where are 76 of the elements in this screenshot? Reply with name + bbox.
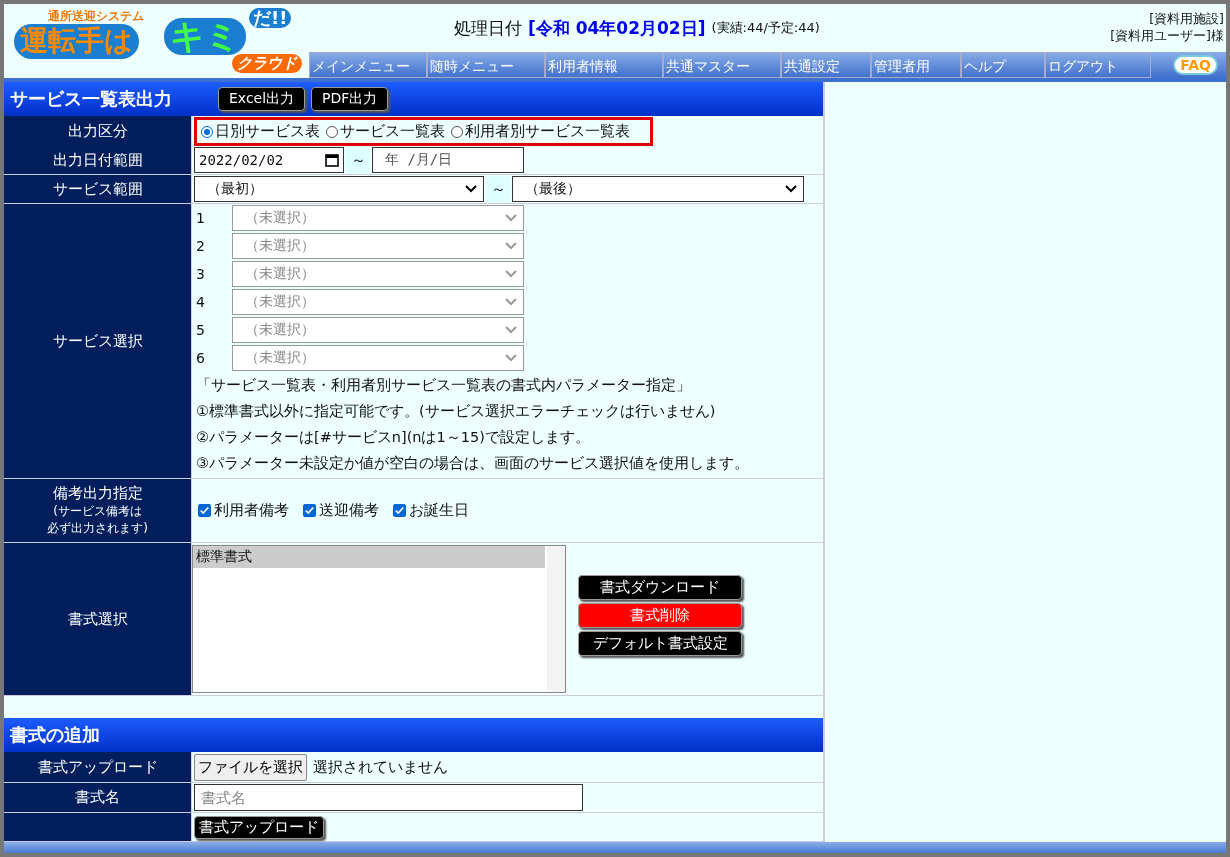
chevron-icon xyxy=(785,185,797,193)
nav-item[interactable]: 共通設定 xyxy=(781,52,871,78)
slot-number: 4 xyxy=(196,294,206,310)
row-label: 書式選択 xyxy=(4,543,192,695)
scrollbar[interactable] xyxy=(547,546,565,692)
checkbox[interactable] xyxy=(198,504,211,517)
service-dropdown[interactable]: （最初） xyxy=(194,176,484,202)
export-button[interactable]: Excel出力 xyxy=(218,87,306,111)
checkbox[interactable] xyxy=(303,504,316,517)
row-note: 必ず出力されます) xyxy=(47,520,148,537)
range-separator: ～ xyxy=(486,176,510,202)
format-button[interactable]: 書式削除 xyxy=(578,603,742,628)
row-label: 備考出力指定 xyxy=(52,484,143,503)
radio-button[interactable] xyxy=(451,125,463,138)
radio-label[interactable]: 利用者別サービス一覧表 xyxy=(465,122,630,141)
logo-text: だ!! xyxy=(249,8,292,28)
row-label: サービス選択 xyxy=(4,204,192,478)
slot-number: 5 xyxy=(196,322,206,338)
chevron-icon xyxy=(505,298,517,306)
chevron-icon xyxy=(505,270,517,278)
logo-tagline: 通所送迎システム xyxy=(48,8,144,25)
slot-number: 3 xyxy=(196,266,206,282)
chevron-icon xyxy=(505,242,517,250)
nav-item[interactable]: ヘルプ xyxy=(961,52,1045,78)
slot-number: 2 xyxy=(196,238,206,254)
upload-button[interactable]: 書式アップロード xyxy=(194,815,324,839)
processing-date: [令和 04年02月02日] xyxy=(528,16,706,40)
checkbox-label[interactable]: お誕生日 xyxy=(409,501,469,520)
checkbox-label[interactable]: 利用者備考 xyxy=(214,501,289,520)
chevron-icon xyxy=(505,354,517,362)
note-text: ②パラメーターは[#サービスn](nは1～15)で設定します。 xyxy=(196,428,590,447)
chevron-icon xyxy=(465,185,477,193)
row-label: 書式名 xyxy=(4,783,192,812)
user-name: [資料用ユーザー]様 xyxy=(1110,28,1224,45)
date-field[interactable]: 年 /月/日 xyxy=(372,147,524,173)
radio-label[interactable]: サービス一覧表 xyxy=(340,122,445,141)
file-status: 選択されていません xyxy=(313,757,448,777)
note-text: 「サービス一覧表・利用者別サービス一覧表の書式内パラメーター指定」 xyxy=(196,376,691,395)
service-dropdown[interactable]: （最後） xyxy=(512,176,804,202)
radio-label[interactable]: 日別サービス表 xyxy=(215,122,320,141)
name-field[interactable]: 書式名 xyxy=(194,784,583,811)
format-button[interactable]: デフォルト書式設定 xyxy=(578,631,742,656)
checkbox[interactable] xyxy=(393,504,406,517)
note-text: ③パラメーター未設定か値が空白の場合は、画面のサービス選択値を使用します。 xyxy=(196,454,749,473)
row-label: 出力日付範囲 xyxy=(4,146,192,174)
counts-text: (実績:44/予定:44) xyxy=(711,19,820,37)
format-button[interactable]: 書式ダウンロード xyxy=(578,575,742,600)
nav-item[interactable]: 管理者用 xyxy=(871,52,961,78)
slot-number: 1 xyxy=(196,210,206,226)
date-label: 処理日付 xyxy=(454,16,522,40)
row-label: 出力区分 xyxy=(4,116,192,147)
chevron-icon xyxy=(505,214,517,222)
radio-button[interactable] xyxy=(201,125,213,138)
radio-button[interactable] xyxy=(326,125,338,138)
row-label: 書式アップロード xyxy=(4,752,192,782)
logo-text: クラウド xyxy=(232,54,302,73)
section-title: 書式の追加 xyxy=(10,723,100,747)
calendar-icon xyxy=(325,153,339,167)
format-list[interactable]: 標準書式 xyxy=(192,545,566,693)
checkbox-label[interactable]: 送迎備考 xyxy=(319,501,379,520)
facility-name: [資料用施設] xyxy=(1149,11,1224,28)
list-item[interactable]: 標準書式 xyxy=(193,546,545,568)
logo-text: 運転手は xyxy=(14,24,139,59)
slot-number: 6 xyxy=(196,350,206,366)
row-label: サービス範囲 xyxy=(4,175,192,203)
logo-text: キミ xyxy=(164,18,246,56)
nav-item[interactable]: メインメニュー xyxy=(309,52,427,78)
range-separator: ～ xyxy=(346,147,370,173)
date-field[interactable]: 2022/02/02 xyxy=(194,147,344,173)
row-note: (サービス備考は xyxy=(53,503,142,520)
export-button[interactable]: PDF出力 xyxy=(311,87,389,111)
note-text: ①標準書式以外に指定可能です。(サービス選択エラーチェックは行いません) xyxy=(196,402,716,421)
nav-item[interactable]: 共通マスター xyxy=(663,52,781,78)
section-title: サービス一覧表出力 xyxy=(10,87,172,111)
chevron-icon xyxy=(505,326,517,334)
file-button[interactable]: ファイルを選択 xyxy=(194,753,307,781)
